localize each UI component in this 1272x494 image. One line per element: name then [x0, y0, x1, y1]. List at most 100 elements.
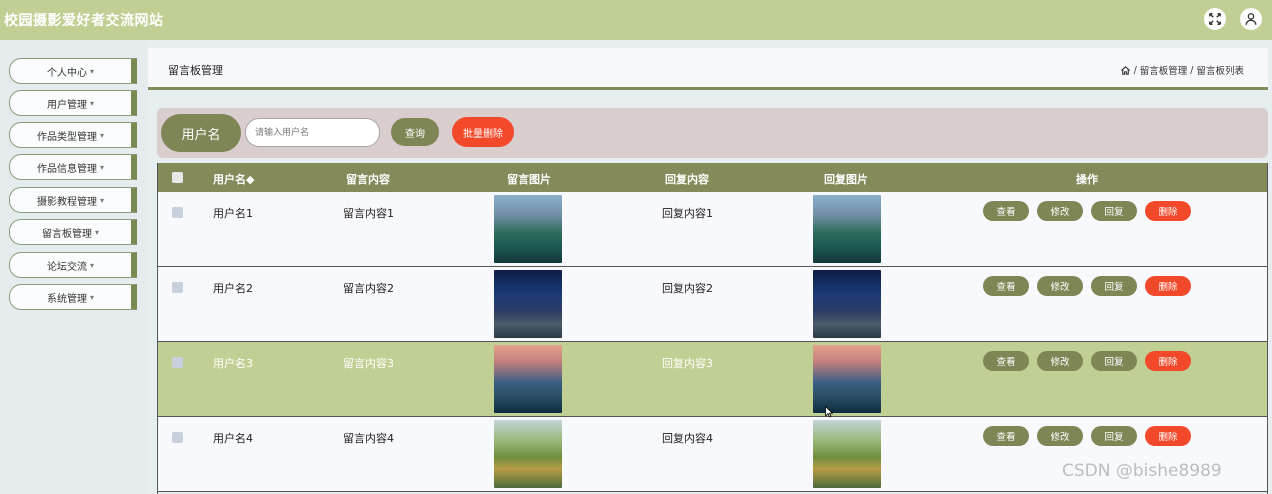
mouse-cursor-icon	[825, 406, 833, 418]
table-row[interactable]: 用户名1 留言内容1 回复内容1 查看 修改 回复 删除	[158, 192, 1267, 267]
delete-button[interactable]: 删除	[1145, 201, 1191, 221]
query-button[interactable]: 查询	[391, 118, 439, 146]
message-cell: 留言内容2	[343, 282, 394, 295]
edit-button[interactable]: 修改	[1037, 426, 1083, 446]
row-actions: 查看 修改 回复 删除	[983, 351, 1191, 371]
chevron-down-icon: ▾	[89, 260, 94, 270]
column-header-username[interactable]: 用户名◆	[213, 171, 254, 187]
chevron-down-icon: ▾	[94, 227, 99, 237]
row-checkbox[interactable]	[172, 207, 183, 218]
reply-image[interactable]	[813, 270, 881, 338]
chevron-down-icon: ▾	[99, 162, 104, 172]
row-actions: 查看 修改 回复 删除	[983, 201, 1191, 221]
column-header-message: 留言内容	[346, 173, 390, 186]
chevron-down-icon: ▾	[99, 195, 104, 205]
main-content: 留言板管理 / 留言板管理 / 留言板列表 用户名 查询 批量删除 用户名◆ 留…	[148, 48, 1272, 494]
sidebar-item-system-management[interactable]: 系统管理 ▾	[9, 284, 137, 310]
sidebar-item-work-type-management[interactable]: 作品类型管理 ▾	[9, 122, 137, 148]
chevron-down-icon: ▾	[89, 98, 94, 108]
row-actions: 查看 修改 回复 删除	[983, 426, 1191, 446]
breadcrumb-item[interactable]: 留言板管理	[1140, 63, 1188, 77]
reply-image[interactable]	[813, 195, 881, 263]
watermark: CSDN @bishe8989	[1062, 461, 1222, 481]
edit-button[interactable]: 修改	[1037, 351, 1083, 371]
page-title: 留言板管理	[168, 64, 223, 77]
table-row[interactable]: 用户名2 留言内容2 回复内容2 查看 修改 回复 删除	[158, 267, 1267, 342]
search-bar: 用户名 查询 批量删除	[157, 108, 1268, 158]
sidebar-item-message-board-management[interactable]: 留言板管理 ▾	[9, 219, 137, 245]
sidebar-item-label: 留言板管理	[41, 228, 92, 240]
sidebar-item-label: 用户管理	[46, 99, 87, 111]
column-header-reply-image: 回复图片	[824, 173, 868, 186]
breadcrumb-item: 留言板列表	[1196, 66, 1244, 77]
username-cell: 用户名4	[213, 432, 253, 445]
reply-button[interactable]: 回复	[1091, 426, 1137, 446]
sidebar-item-label: 作品信息管理	[36, 163, 97, 175]
username-cell: 用户名2	[213, 282, 253, 295]
chevron-down-icon: ▾	[89, 66, 94, 76]
username-cell: 用户名1	[213, 207, 253, 220]
sidebar-item-work-info-management[interactable]: 作品信息管理 ▾	[9, 154, 137, 180]
sidebar-item-label: 摄影教程管理	[36, 196, 97, 208]
title-bar: 留言板管理 / 留言板管理 / 留言板列表	[148, 48, 1268, 90]
username-cell: 用户名3	[213, 357, 253, 370]
delete-button[interactable]: 删除	[1145, 426, 1191, 446]
edit-button[interactable]: 修改	[1037, 201, 1083, 221]
reply-button[interactable]: 回复	[1091, 201, 1137, 221]
view-button[interactable]: 查看	[983, 426, 1029, 446]
column-header-message-image: 留言图片	[507, 173, 551, 186]
message-image[interactable]	[494, 195, 562, 263]
sidebar: 个人中心 ▾ 用户管理 ▾ 作品类型管理 ▾ 作品信息管理 ▾ 摄影教程管理 ▾ 留言板管…	[0, 40, 148, 494]
view-button[interactable]: 查看	[983, 351, 1029, 371]
message-image[interactable]	[494, 345, 562, 413]
sidebar-item-user-management[interactable]: 用户管理 ▾	[9, 90, 137, 116]
view-button[interactable]: 查看	[983, 276, 1029, 296]
message-cell: 留言内容4	[343, 432, 394, 445]
row-actions: 查看 修改 回复 删除	[983, 276, 1191, 296]
search-label: 用户名	[161, 114, 241, 152]
delete-button[interactable]: 删除	[1145, 351, 1191, 371]
site-title: 校园摄影爱好者交流网站	[4, 13, 164, 29]
breadcrumb: / 留言板管理 / 留言板列表	[1120, 63, 1244, 77]
table-header: 用户名◆ 留言内容 留言图片 回复内容 回复图片 操作	[158, 163, 1267, 192]
reply-cell: 回复内容1	[662, 207, 713, 220]
column-header-actions: 操作	[1076, 173, 1098, 186]
sidebar-item-label: 论坛交流	[46, 261, 87, 273]
edit-button[interactable]: 修改	[1037, 276, 1083, 296]
message-cell: 留言内容3	[343, 357, 394, 370]
breadcrumb-separator: /	[1133, 64, 1137, 76]
chevron-down-icon: ▾	[89, 292, 94, 302]
view-button[interactable]: 查看	[983, 201, 1029, 221]
message-image[interactable]	[494, 420, 562, 488]
top-bar: 校园摄影爱好者交流网站	[0, 0, 1272, 40]
username-search-input[interactable]	[245, 118, 380, 147]
message-cell: 留言内容1	[343, 207, 394, 220]
reply-button[interactable]: 回复	[1091, 351, 1137, 371]
sidebar-item-personal-center[interactable]: 个人中心 ▾	[9, 58, 137, 84]
row-checkbox[interactable]	[172, 282, 183, 293]
reply-cell: 回复内容2	[662, 282, 713, 295]
reply-image[interactable]	[813, 345, 881, 413]
row-checkbox[interactable]	[172, 357, 183, 368]
sidebar-item-label: 系统管理	[46, 293, 87, 305]
reply-image[interactable]	[813, 420, 881, 488]
column-header-reply: 回复内容	[665, 173, 709, 186]
delete-button[interactable]: 删除	[1145, 276, 1191, 296]
sidebar-item-label: 个人中心	[46, 67, 87, 79]
sidebar-item-label: 作品类型管理	[36, 131, 97, 143]
select-all-checkbox[interactable]	[172, 172, 183, 183]
reply-cell: 回复内容3	[662, 357, 713, 370]
sidebar-item-tutorial-management[interactable]: 摄影教程管理 ▾	[9, 187, 137, 213]
user-icon[interactable]	[1240, 8, 1262, 30]
reply-cell: 回复内容4	[662, 432, 713, 445]
row-checkbox[interactable]	[172, 432, 183, 443]
sidebar-item-forum[interactable]: 论坛交流 ▾	[9, 252, 137, 278]
reply-button[interactable]: 回复	[1091, 276, 1137, 296]
fullscreen-icon[interactable]	[1204, 8, 1226, 30]
message-image[interactable]	[494, 270, 562, 338]
message-table: 用户名◆ 留言内容 留言图片 回复内容 回复图片 操作 用户名1 留言内容1 回…	[157, 163, 1268, 494]
breadcrumb-separator: /	[1190, 64, 1194, 76]
table-row[interactable]: 用户名3 留言内容3 回复内容3 查看 修改 回复 删除	[158, 342, 1267, 417]
home-icon[interactable]	[1120, 65, 1131, 76]
batch-delete-button[interactable]: 批量删除	[452, 117, 514, 147]
